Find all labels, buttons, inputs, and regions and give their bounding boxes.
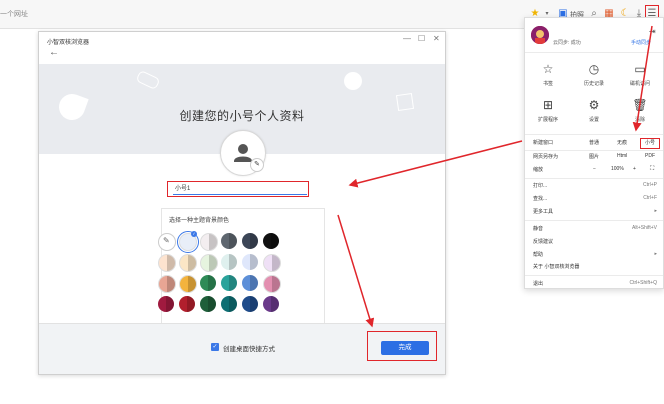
arrow-name-to-done <box>337 214 375 328</box>
arrow-small-to-name <box>348 140 523 188</box>
annotation-arrows <box>337 25 653 328</box>
arrow-menu-to-small <box>632 25 653 132</box>
